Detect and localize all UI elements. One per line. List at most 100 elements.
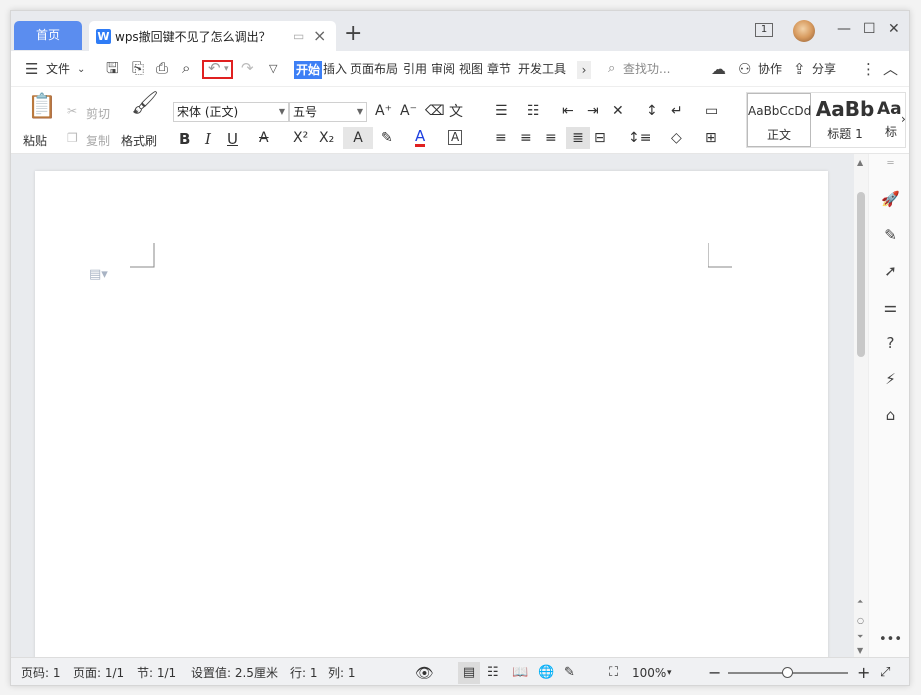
menu-chapter[interactable]: 章节 <box>487 51 511 87</box>
clear-format-icon[interactable]: ⌫ <box>425 103 445 119</box>
cut-button[interactable]: 剪切 <box>86 105 110 122</box>
avatar[interactable] <box>793 20 815 42</box>
paste-button[interactable]: 粘贴 <box>23 132 47 149</box>
more-tabs-chevron-icon[interactable]: › <box>577 61 591 79</box>
align-left-icon[interactable]: ≡ <box>495 130 507 146</box>
align-right-icon[interactable]: ≡ <box>545 130 557 146</box>
strikethrough-icon[interactable]: A <box>259 130 269 146</box>
status-column[interactable]: 列: 1 <box>328 658 356 685</box>
close-window-button[interactable]: ✕ <box>888 21 900 37</box>
save-icon[interactable]: 🖫 <box>106 61 119 76</box>
window-count-badge[interactable]: 1 <box>755 23 773 37</box>
more-icon[interactable]: ••• <box>869 632 909 647</box>
decrease-indent-icon[interactable]: ⇤ <box>562 103 574 119</box>
status-setting[interactable]: 设置值: 2.5厘米 <box>191 658 278 685</box>
cloud-sync-icon[interactable]: ☁ <box>711 62 726 77</box>
menu-developer[interactable]: 开发工具 <box>518 51 566 87</box>
decrease-font-icon[interactable]: A⁻ <box>400 103 417 119</box>
scroll-up-icon[interactable]: ▲ <box>857 158 863 167</box>
scroll-down-icon[interactable]: ▼ <box>857 646 863 655</box>
chinese-layout-icon[interactable]: ✕ <box>612 103 624 119</box>
text-effect-icon[interactable]: A <box>343 127 373 149</box>
show-marks-icon[interactable]: ↵ <box>671 103 683 119</box>
zoom-out-icon[interactable]: − <box>708 658 721 685</box>
menu-view[interactable]: 视图 <box>459 51 483 87</box>
increase-font-icon[interactable]: A⁺ <box>375 103 392 119</box>
prev-page-icon[interactable]: ⏶ <box>857 597 863 607</box>
line-spacing-icon[interactable]: ↕≡ <box>628 130 651 146</box>
select-cursor-icon[interactable]: ➚ <box>869 262 909 280</box>
superscript-icon[interactable]: X² <box>293 130 308 146</box>
document-page[interactable]: ▤▾ <box>35 171 828 661</box>
eye-protection-icon[interactable]: 👁 <box>415 658 434 685</box>
underline-icon[interactable]: U <box>227 130 238 148</box>
justify-icon[interactable]: ≣ <box>566 127 590 149</box>
font-name-select[interactable]: 宋体 (正文) ▼ <box>173 102 289 122</box>
distributed-icon[interactable]: ⊟ <box>594 130 606 146</box>
status-row[interactable]: 行: 1 <box>290 658 318 685</box>
select-browse-icon[interactable]: ○ <box>857 616 864 625</box>
share-button[interactable]: 分享 <box>812 51 836 87</box>
paragraph-handle-icon[interactable]: ▤▾ <box>89 267 108 282</box>
bold-icon[interactable]: B <box>179 130 190 148</box>
sort-icon[interactable]: ↕ <box>646 103 658 119</box>
scrollbar-thumb[interactable] <box>857 192 865 357</box>
ruler-icon[interactable]: ▭ <box>705 103 718 119</box>
outline-view-icon[interactable]: ☷ <box>487 658 499 685</box>
lightning-icon[interactable]: ⚡ <box>869 370 909 388</box>
status-page-number[interactable]: 页码: 1 <box>21 658 61 685</box>
export-pdf-icon[interactable]: ⎘ <box>132 61 144 76</box>
write-view-icon[interactable]: ✎ <box>564 658 575 685</box>
phonetic-icon[interactable]: 文 <box>449 101 463 121</box>
pin-icon[interactable]: ▭ <box>293 29 304 43</box>
menu-file[interactable]: 文件 <box>46 51 70 87</box>
collapse-ribbon-icon[interactable]: ︿ <box>883 62 898 77</box>
more-options-icon[interactable]: ⋮ <box>861 62 876 77</box>
undo-icon[interactable]: ↶ <box>208 61 221 76</box>
tab-start[interactable]: 开始 <box>294 61 322 79</box>
close-tab-icon[interactable]: × <box>313 26 326 45</box>
highlight-icon[interactable]: ✎ <box>381 130 393 146</box>
zoom-in-icon[interactable]: + <box>857 658 870 685</box>
undo-dropdown-icon[interactable]: ▾ <box>224 65 229 74</box>
font-size-select[interactable]: 五号 ▼ <box>289 102 367 122</box>
vertical-scrollbar[interactable]: ▲ ⏶ ○ ⏷ ▼ <box>854 154 868 657</box>
style-heading-1[interactable]: AaBb 标题 1 <box>813 93 877 147</box>
customize-toolbar-icon[interactable]: ▽ <box>269 63 277 74</box>
minimize-button[interactable]: — <box>837 21 851 37</box>
maximize-button[interactable]: ☐ <box>863 21 876 37</box>
zoom-dropdown-icon[interactable]: ▾ <box>667 658 672 685</box>
copy-button[interactable]: 复制 <box>86 132 110 149</box>
zoom-slider-knob[interactable] <box>782 667 793 678</box>
font-color-icon[interactable]: A <box>415 128 426 147</box>
align-center-icon[interactable]: ≡ <box>520 130 532 146</box>
new-tab-button[interactable]: + <box>344 23 362 45</box>
read-view-icon[interactable]: 📖 <box>512 658 528 685</box>
page-view-icon[interactable]: ▤ <box>458 662 480 684</box>
hamburger-menu-icon[interactable]: ☰ <box>25 62 38 77</box>
italic-icon[interactable]: I <box>205 130 211 148</box>
next-page-icon[interactable]: ⏷ <box>857 632 863 642</box>
subscript-icon[interactable]: X₂ <box>319 130 334 146</box>
menu-insert[interactable]: 插入 <box>323 51 347 87</box>
menu-review[interactable]: 审阅 <box>431 51 455 87</box>
zoom-slider[interactable] <box>728 667 848 678</box>
bullet-list-icon[interactable]: ☰ <box>495 103 508 119</box>
pen-icon[interactable]: ✎ <box>869 226 909 244</box>
styles-more-chevron-icon[interactable]: › <box>901 112 906 126</box>
shading-icon[interactable]: ◇ <box>671 130 682 146</box>
fullscreen-icon[interactable]: ⤢ <box>880 658 890 685</box>
search-function-input[interactable]: 查找功... <box>623 51 670 87</box>
paste-icon[interactable]: 📋 <box>27 92 57 120</box>
tab-document[interactable]: W wps撤回键不见了怎么调出？ ▭ × <box>89 21 336 51</box>
help-icon[interactable]: ? <box>869 334 909 352</box>
translate-icon[interactable]: ⌂ <box>869 406 909 424</box>
web-view-icon[interactable]: 🌐 <box>538 658 554 685</box>
status-section[interactable]: 节: 1/1 <box>137 658 176 685</box>
tab-home[interactable]: 首页 <box>14 21 82 50</box>
menu-references[interactable]: 引用 <box>403 51 427 87</box>
print-icon[interactable]: ⎙ <box>156 61 168 76</box>
print-preview-icon[interactable]: ⌕ <box>182 61 190 76</box>
collaborate-button[interactable]: 协作 <box>758 51 782 87</box>
numbered-list-icon[interactable]: ☷ <box>527 103 540 119</box>
